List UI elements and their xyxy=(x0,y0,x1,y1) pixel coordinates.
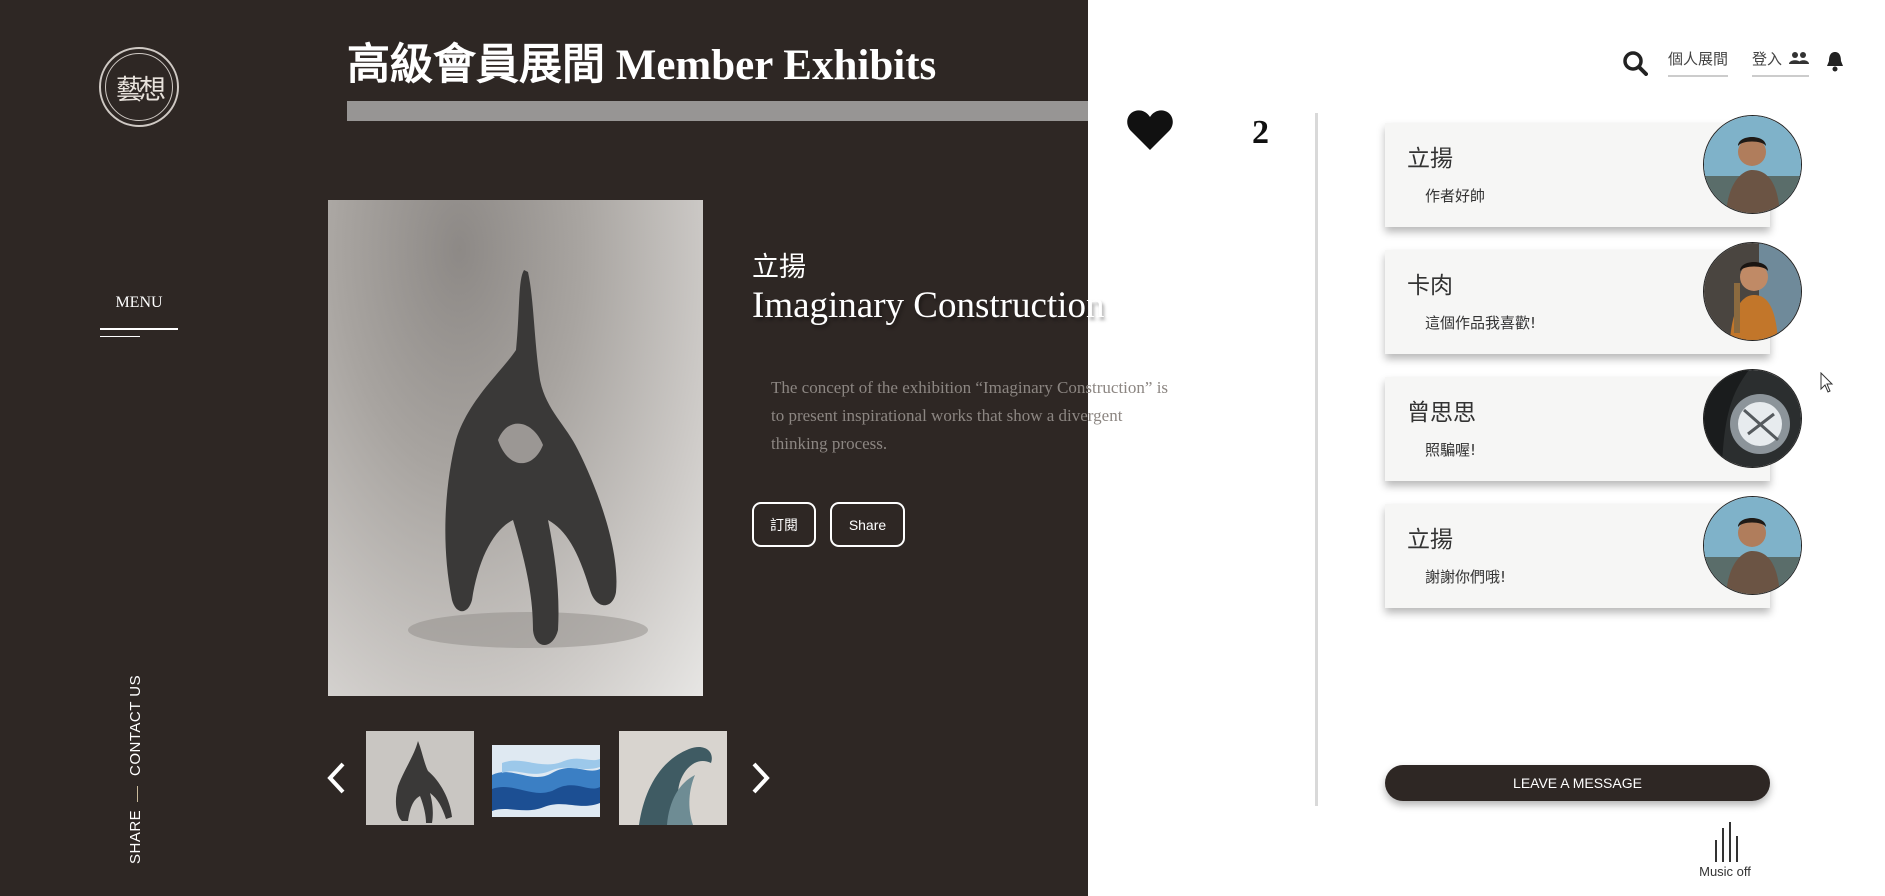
bell-icon[interactable] xyxy=(1825,50,1845,72)
share-link[interactable]: SHARE xyxy=(127,808,144,864)
logo-text: 藝想 xyxy=(116,75,166,106)
leave-message-button[interactable]: LEAVE A MESSAGE xyxy=(1385,765,1770,801)
artwork-artist: 立揚 xyxy=(752,252,806,283)
contact-us-link[interactable]: CONTACT US xyxy=(127,668,144,776)
site-logo[interactable]: 藝想 xyxy=(99,47,179,127)
side-link-separator xyxy=(137,786,138,802)
page-title: 高級會員展間 Member Exhibits xyxy=(347,42,937,89)
comment-text: 照騙喔! xyxy=(1425,441,1477,459)
avatar[interactable] xyxy=(1703,115,1802,214)
comment-text: 這個作品我喜歡! xyxy=(1425,314,1537,332)
thumbnail-glass-waves[interactable] xyxy=(492,745,600,817)
mouse-cursor-icon xyxy=(1820,372,1834,393)
heart-icon[interactable] xyxy=(1126,108,1174,152)
like-count: 2 xyxy=(1252,114,1269,151)
menu-underline xyxy=(100,328,178,330)
comment-author: 卡肉 xyxy=(1407,273,1453,299)
comment-author: 立揚 xyxy=(1407,527,1453,553)
music-bars-icon xyxy=(1715,822,1738,862)
thumbnail-wave-sculpture[interactable] xyxy=(619,731,727,825)
avatar[interactable] xyxy=(1703,496,1802,595)
nav-login-link[interactable]: 登入 xyxy=(1752,48,1809,77)
artwork-description: The concept of the exhibition “Imaginary… xyxy=(771,378,1169,453)
sculpture-illustration xyxy=(408,270,648,648)
search-icon[interactable] xyxy=(1622,50,1648,76)
subscribe-button[interactable]: 訂閱 xyxy=(752,502,816,547)
vertical-divider xyxy=(1315,113,1318,806)
comment-text: 作者好帥 xyxy=(1425,187,1486,205)
comment-author: 立揚 xyxy=(1407,146,1453,172)
chevron-left-icon xyxy=(327,762,345,794)
thumbnail-sculpture[interactable] xyxy=(366,731,474,825)
menu-underline-short xyxy=(100,336,140,337)
title-underline-bar xyxy=(347,101,1088,121)
avatar[interactable] xyxy=(1703,242,1802,341)
comment-author: 曾思思 xyxy=(1407,400,1476,426)
nav-personal-exhibit-link[interactable]: 個人展間 xyxy=(1668,48,1729,77)
side-links: CONTACT US SHARE xyxy=(127,668,151,864)
login-label: 登入 xyxy=(1752,50,1783,68)
menu-label: MENU xyxy=(115,294,163,311)
main-artwork-image xyxy=(328,200,703,696)
music-label: Music off xyxy=(1699,864,1751,879)
avatar[interactable] xyxy=(1703,369,1802,468)
share-button[interactable]: Share xyxy=(830,502,905,547)
gallery-prev-button[interactable] xyxy=(325,761,349,795)
artwork-title: Imaginary Construction xyxy=(752,285,1105,326)
chevron-right-icon xyxy=(752,762,770,794)
users-icon xyxy=(1788,52,1809,64)
menu-button[interactable]: MENU xyxy=(100,294,178,337)
music-toggle[interactable]: Music off xyxy=(1690,820,1760,880)
gallery-next-button[interactable] xyxy=(748,761,772,795)
comment-text: 謝謝你們哦! xyxy=(1425,568,1507,586)
